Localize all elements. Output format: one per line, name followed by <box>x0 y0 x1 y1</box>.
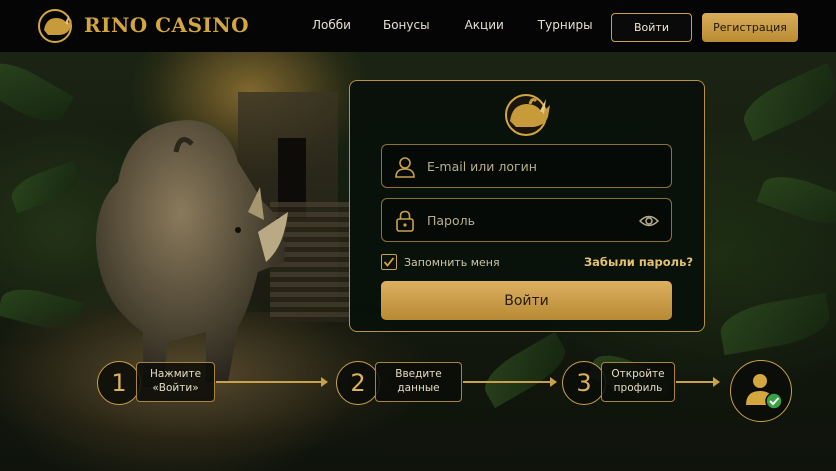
step-arrow <box>216 377 328 387</box>
rhino-logo-icon <box>38 9 72 43</box>
leaf-decoration <box>756 167 836 233</box>
profile-verified-icon <box>746 374 783 410</box>
step-3-number: 3 <box>562 361 606 405</box>
lock-icon <box>396 210 414 232</box>
brand-logo[interactable]: RINO CASINO <box>34 6 249 44</box>
rhino-illustration <box>88 112 298 402</box>
top-header: RINO CASINO Лобби Бонусы Акции Турниры В… <box>0 0 836 52</box>
main-nav: Лобби Бонусы Акции Турниры <box>312 18 593 32</box>
remember-me[interactable]: Запомнить меня <box>381 254 500 270</box>
step-arrow <box>463 377 557 387</box>
remember-label: Запомнить меня <box>404 255 500 269</box>
step-1-label: Нажмите «Войти» <box>136 362 215 402</box>
step-1-line-2: «Войти» <box>152 382 199 394</box>
step-2-label: Введите данные <box>375 362 462 402</box>
step-3-line-2: профиль <box>613 382 663 394</box>
user-icon <box>395 157 415 178</box>
step-1-line-1: Нажмите <box>149 368 202 381</box>
forgot-password-link[interactable]: Забыли пароль? <box>584 255 693 269</box>
step-2-line-2: данные <box>397 382 440 394</box>
password-placeholder: Пароль <box>427 213 475 228</box>
email-placeholder: E-mail или логин <box>427 159 537 174</box>
leaf-decoration <box>717 292 833 356</box>
leaf-decoration <box>736 62 836 142</box>
nav-item-bonuses[interactable]: Бонусы <box>383 18 430 32</box>
step-1-number: 1 <box>97 361 141 405</box>
login-card: E-mail или логин Пароль Запомнить меня З… <box>349 80 705 332</box>
leaf-decoration <box>6 160 84 214</box>
nav-item-lobby[interactable]: Лобби <box>312 18 351 32</box>
step-2-number: 2 <box>336 361 380 405</box>
header-login-button[interactable]: Войти <box>611 13 692 42</box>
step-3-line-1: Откройте <box>611 368 665 381</box>
eye-icon[interactable] <box>639 211 659 231</box>
remember-checkbox[interactable] <box>381 254 397 270</box>
checkmark-icon <box>383 257 395 267</box>
step-2-line-1: Введите <box>395 368 442 381</box>
nav-item-promotions[interactable]: Акции <box>465 18 504 32</box>
step-3-label: Откройте профиль <box>601 362 675 402</box>
login-submit-button[interactable]: Войти <box>381 281 672 320</box>
brand-name: RINO CASINO <box>84 13 250 37</box>
leaf-decoration <box>0 52 74 132</box>
password-field[interactable]: Пароль <box>381 198 672 242</box>
email-field[interactable]: E-mail или логин <box>381 144 672 188</box>
rhino-logo-icon <box>505 94 550 136</box>
nav-item-tournaments[interactable]: Турниры <box>538 18 593 32</box>
header-register-button[interactable]: Регистрация <box>702 13 798 42</box>
step-arrow <box>676 377 720 387</box>
profile-verified-badge <box>730 360 792 422</box>
